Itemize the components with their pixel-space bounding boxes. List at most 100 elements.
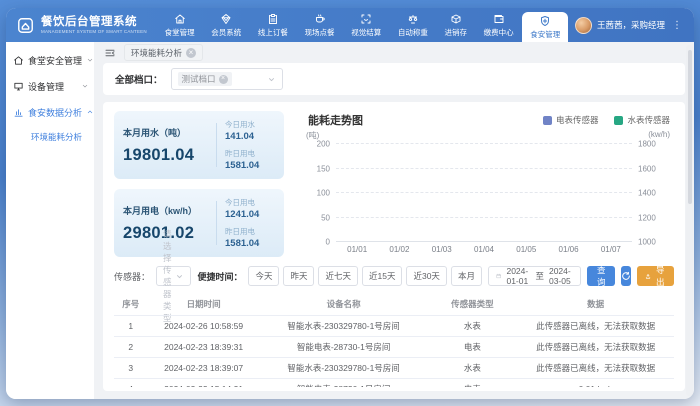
- legend-swatch: [543, 116, 552, 125]
- nav-item-membership[interactable]: 会员系统: [203, 8, 249, 42]
- stat-side-value: 1581.04: [225, 238, 275, 249]
- stall-select[interactable]: 测试档口 ×: [171, 68, 283, 90]
- chevron-down-icon: [267, 75, 276, 84]
- remove-stall-icon[interactable]: ×: [219, 75, 228, 84]
- search-button[interactable]: 查询: [587, 266, 616, 286]
- quick-time-button-5[interactable]: 近30天: [406, 266, 446, 286]
- gridline: [336, 192, 632, 193]
- quick-time-button-6[interactable]: 本月: [451, 266, 482, 286]
- online-order-icon: [267, 13, 279, 25]
- close-tab-icon[interactable]: ×: [186, 48, 196, 58]
- chart-title: 能耗走势图: [308, 112, 363, 128]
- y-axis-tick-right: 1400: [638, 189, 656, 198]
- stat-divider: [216, 201, 217, 245]
- quick-time-button-2[interactable]: 昨天: [283, 266, 314, 286]
- sidebar-item-2[interactable]: 设备管理: [6, 73, 94, 99]
- table-header-cell: 日期时间: [148, 293, 260, 316]
- right-axis-unit: (kw/h): [648, 130, 670, 139]
- table-cell: 智能水表-230329780-1号房间: [260, 316, 428, 337]
- nav-item-onsite-order[interactable]: 现场点餐: [297, 8, 343, 42]
- sidebar-item-label: 食堂安全管理: [28, 54, 82, 67]
- y-axis-tick-right: 1800: [638, 140, 656, 149]
- gridline: [336, 241, 632, 242]
- table-header-row: 序号日期时间设备名称传感器类型数据: [114, 293, 674, 316]
- collapse-sidebar-icon[interactable]: [104, 47, 116, 59]
- stat-side-entry: 昨日用电1581.04: [225, 148, 275, 171]
- y-axis-tick-left: 0: [326, 238, 330, 247]
- table-row: 32024-02-23 18:39:07智能水表-230329780-1号房间水…: [114, 358, 674, 379]
- legend-item-electric-meter[interactable]: 电表传感器: [543, 114, 599, 126]
- x-axis-label: 01/03: [432, 245, 452, 254]
- y-axis-tick-left: 150: [317, 164, 330, 173]
- tab-environment-energy[interactable]: 环境能耗分析 ×: [124, 44, 203, 61]
- stat-side-entry: 昨日用电1581.04: [225, 226, 275, 249]
- refresh-icon: [621, 271, 631, 281]
- tab-bar: 环境能耗分析 ×: [103, 42, 685, 63]
- stat-side-label: 昨日用电: [225, 148, 275, 159]
- y-axis-tick-right: 1200: [638, 213, 656, 222]
- nav-item-food-safety[interactable]: 食安管理: [522, 12, 568, 42]
- query-toolbar: 传感器： 请选择传感器类型 便捷时间： 今天昨天近七天近15天近30天本月 20…: [114, 266, 674, 286]
- table-cell: 1: [114, 316, 148, 337]
- sidebar-item-1[interactable]: 食堂安全管理: [6, 47, 94, 73]
- nav-item-canteen[interactable]: 食堂管理: [157, 8, 203, 42]
- y-axis-tick-right: 1600: [638, 164, 656, 173]
- legend-item-water-meter[interactable]: 水表传感器: [614, 114, 670, 126]
- legend-swatch: [614, 116, 623, 125]
- y-axis-tick-left: 100: [317, 189, 330, 198]
- selected-stall-label: 测试档口: [182, 73, 216, 85]
- nav-item-visual-settlement[interactable]: 视觉结算: [343, 8, 389, 42]
- quick-time-button-3[interactable]: 近七天: [318, 266, 358, 286]
- x-axis-label: 01/04: [474, 245, 494, 254]
- stat-card-2: 本月用电（kw/h）29801.02今日用电1241.04昨日用电1581.04: [114, 189, 284, 257]
- nav-item-label: 进销存: [444, 27, 467, 38]
- more-options-icon[interactable]: ⋮: [670, 20, 684, 31]
- stat-side-values: 今日用水141.04昨日用电1581.04: [225, 119, 275, 171]
- table-cell: 电表: [428, 337, 518, 358]
- sensor-data-table: 序号日期时间设备名称传感器类型数据 12024-02-26 10:58:59智能…: [114, 293, 674, 387]
- vertical-scrollbar[interactable]: [686, 45, 693, 396]
- refresh-button[interactable]: [621, 266, 631, 286]
- chart-legend: 电表传感器 水表传感器: [543, 114, 670, 126]
- table-cell: 智能水表-230329780-1号房间: [260, 358, 428, 379]
- stat-value: 19801.04: [123, 146, 208, 165]
- sidebar-item-label: 食安数据分析: [28, 106, 82, 119]
- nav-item-auto-weighing[interactable]: 自动称重: [390, 8, 436, 42]
- membership-icon: [220, 13, 232, 25]
- quick-time-button-4[interactable]: 近15天: [362, 266, 402, 286]
- quick-time-label: 便捷时间：: [197, 270, 242, 283]
- nav-item-label: 缴费中心: [484, 27, 514, 38]
- table-cell: 2024-02-23 18:39:07: [148, 358, 260, 379]
- date-range-picker[interactable]: 2024-01-01 至 2024-03-05: [488, 266, 581, 286]
- analysis-icon: [13, 107, 24, 118]
- app-body: 食堂安全管理设备管理食安数据分析环境能耗分析 环境能耗分析 × 全部档口： 测试…: [6, 42, 694, 399]
- legend-label: 电表传感器: [556, 114, 599, 126]
- x-axis-label: 01/02: [389, 245, 409, 254]
- gridline: [336, 143, 632, 144]
- sidebar-item-3[interactable]: 食安数据分析: [6, 99, 94, 125]
- nav-item-label: 自动称重: [398, 27, 428, 38]
- avatar[interactable]: [575, 17, 592, 34]
- sidebar-subitem-environment-energy[interactable]: 环境能耗分析: [6, 125, 94, 149]
- device-icon: [13, 81, 24, 92]
- chevron-down-icon: [86, 56, 94, 64]
- date-end: 2024-03-05: [549, 266, 573, 286]
- nav-item-inventory[interactable]: 进销存: [436, 8, 475, 42]
- tab-label: 环境能耗分析: [131, 47, 182, 59]
- main-content: 环境能耗分析 × 全部档口： 测试档口 × 本月用: [94, 42, 694, 399]
- nav-item-payment-center[interactable]: 缴费中心: [476, 8, 522, 42]
- stat-side-value: 1241.04: [225, 209, 275, 220]
- export-button[interactable]: 导出: [637, 266, 674, 286]
- auto-weighing-icon: [407, 13, 419, 25]
- stat-side-label: 今日用水: [225, 119, 275, 130]
- stall-filter-card: 全部档口： 测试档口 ×: [103, 63, 685, 95]
- scrollbar-thumb[interactable]: [688, 50, 692, 204]
- x-axis-label: 01/07: [601, 245, 621, 254]
- quick-time-button-1[interactable]: 今天: [248, 266, 279, 286]
- stat-title: 本月用水（吨）: [123, 126, 208, 139]
- sensor-type-select[interactable]: 请选择传感器类型: [156, 266, 191, 286]
- user-menu[interactable]: 王茜茜，采购经理 ⋮: [569, 8, 694, 42]
- chevron-down-icon: [81, 82, 89, 90]
- nav-item-online-order[interactable]: 线上订餐: [250, 8, 296, 42]
- nav-item-label: 视觉结算: [351, 27, 381, 38]
